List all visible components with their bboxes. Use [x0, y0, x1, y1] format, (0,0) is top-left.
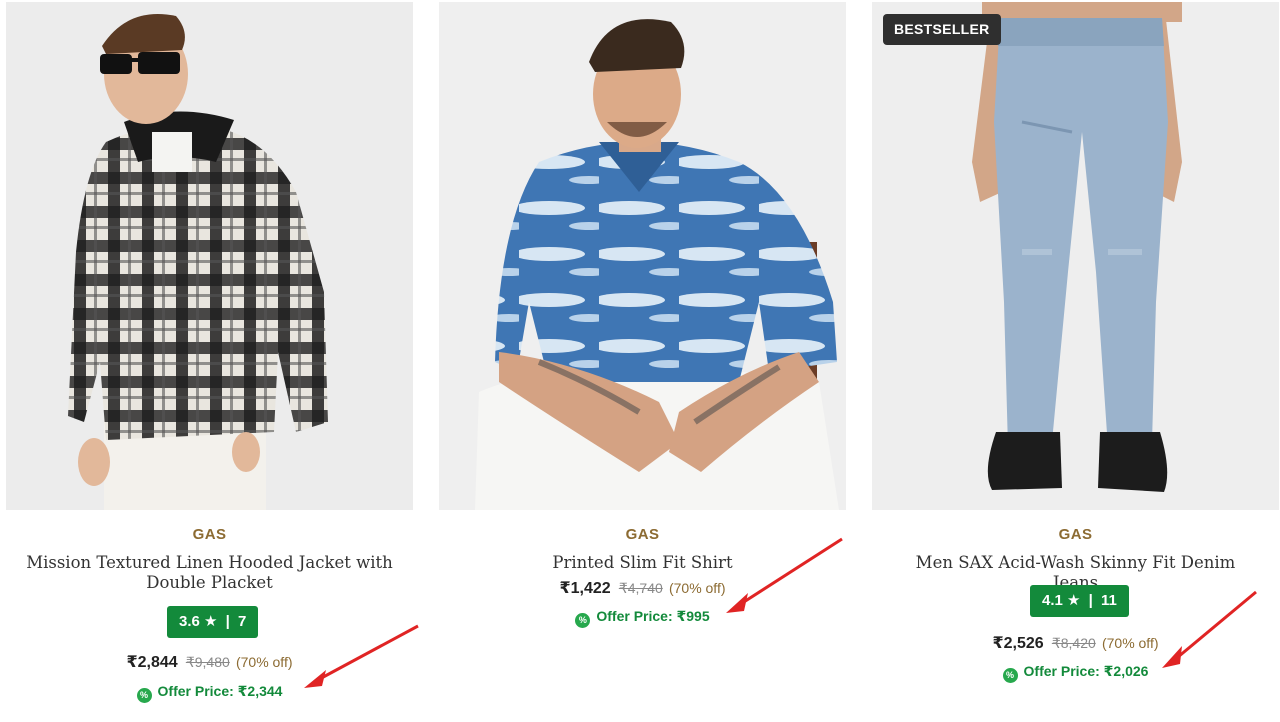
offer-price-label: Offer Price: ₹2,344 — [157, 683, 283, 699]
rating-separator: | — [225, 613, 230, 630]
offer-price-label: Offer Price: ₹995 — [596, 608, 710, 624]
selling-price: ₹2,526 — [992, 635, 1044, 652]
star-icon: ★ — [204, 613, 218, 630]
bestseller-badge: BESTSELLER — [883, 14, 1001, 45]
discount-label: (70% off) — [1101, 635, 1159, 651]
discount-label: (70% off) — [235, 654, 293, 670]
rating-value: 4.1 — [1042, 592, 1063, 609]
selling-price: ₹2,844 — [126, 654, 178, 671]
rating-count: 11 — [1101, 592, 1117, 609]
brand-name[interactable]: GAS — [872, 526, 1279, 543]
annotation-arrow-3 — [1162, 590, 1257, 668]
brand-name[interactable]: GAS — [6, 526, 413, 543]
offer-price-label: Offer Price: ₹2,026 — [1023, 663, 1149, 679]
rating-badge: 4.1 ★ | 11 — [1030, 585, 1129, 617]
selling-price: ₹1,422 — [559, 580, 611, 597]
star-icon: ★ — [1067, 592, 1081, 609]
offer-percent-icon: % — [136, 688, 152, 703]
product-image-jacket[interactable] — [6, 2, 413, 510]
annotation-arrow-2 — [726, 537, 843, 613]
offer-percent-icon: % — [575, 613, 591, 628]
annotation-arrow-1 — [304, 624, 419, 688]
product-title[interactable]: Mission Textured Linen Hooded Jacket wit… — [26, 553, 393, 593]
rating-separator: | — [1088, 592, 1093, 609]
product-card-1[interactable]: GAS Mission Textured Linen Hooded Jacket… — [6, 0, 413, 722]
mrp-price: ₹4,740 — [618, 580, 663, 596]
offer-percent-icon: % — [1002, 668, 1018, 683]
mrp-price: ₹8,420 — [1051, 635, 1096, 651]
discount-label: (70% off) — [668, 580, 726, 596]
rating-value: 3.6 — [179, 613, 200, 630]
product-image-shirt[interactable] — [439, 2, 846, 510]
product-image-jeans[interactable]: BESTSELLER — [872, 2, 1279, 510]
rating-badge: 3.6 ★ | 7 — [167, 606, 259, 638]
rating-count: 7 — [238, 613, 247, 630]
mrp-price: ₹9,480 — [185, 654, 230, 670]
